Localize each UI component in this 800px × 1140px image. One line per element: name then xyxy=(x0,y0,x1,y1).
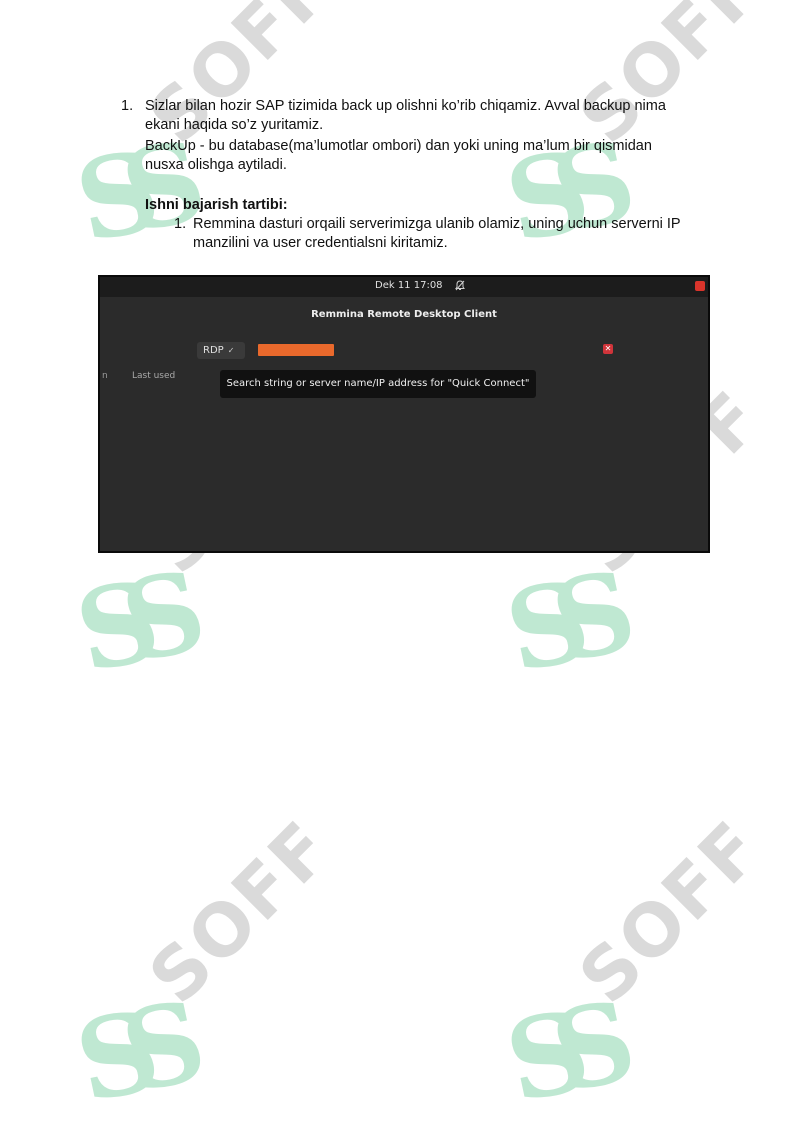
quick-connect-tooltip: Search string or server name/IP address … xyxy=(220,370,536,398)
window-title: Remmina Remote Desktop Client xyxy=(311,309,497,320)
column-header-name[interactable]: n xyxy=(102,371,108,381)
intro-paragraph: Sizlar bilan hozir SAP tizimida back up … xyxy=(145,98,666,133)
bell-off-icon[interactable] xyxy=(455,280,465,294)
system-topbar: Dek 11 17:08 xyxy=(100,277,708,297)
clock[interactable]: Dek 11 17:08 xyxy=(375,280,443,291)
step-number: 1. xyxy=(174,216,187,232)
backup-definition: BackUp - bu database(ma’lumotlar ombori)… xyxy=(145,138,652,173)
section-heading: Ishni bajarish tartibi: xyxy=(145,197,288,213)
watermark-logo: SSSOFF xyxy=(65,804,348,1128)
power-icon[interactable] xyxy=(695,281,705,291)
server-address-input[interactable] xyxy=(258,344,334,356)
step-text: Remmina dasturi orqaili serverimizga ula… xyxy=(193,216,681,251)
remmina-screenshot: Dek 11 17:08 Remmina Remote Desktop Clie… xyxy=(98,275,710,553)
chevron-down-icon: ✓ xyxy=(227,346,235,355)
list-number: 1. xyxy=(121,98,134,114)
protocol-value: RDP xyxy=(203,345,224,356)
clear-icon[interactable]: ✕ xyxy=(603,344,613,354)
watermark-logo: SSSOFF xyxy=(495,804,778,1128)
column-header-last-used[interactable]: Last used xyxy=(132,371,175,381)
protocol-select[interactable]: RDP ✓ xyxy=(197,342,245,359)
